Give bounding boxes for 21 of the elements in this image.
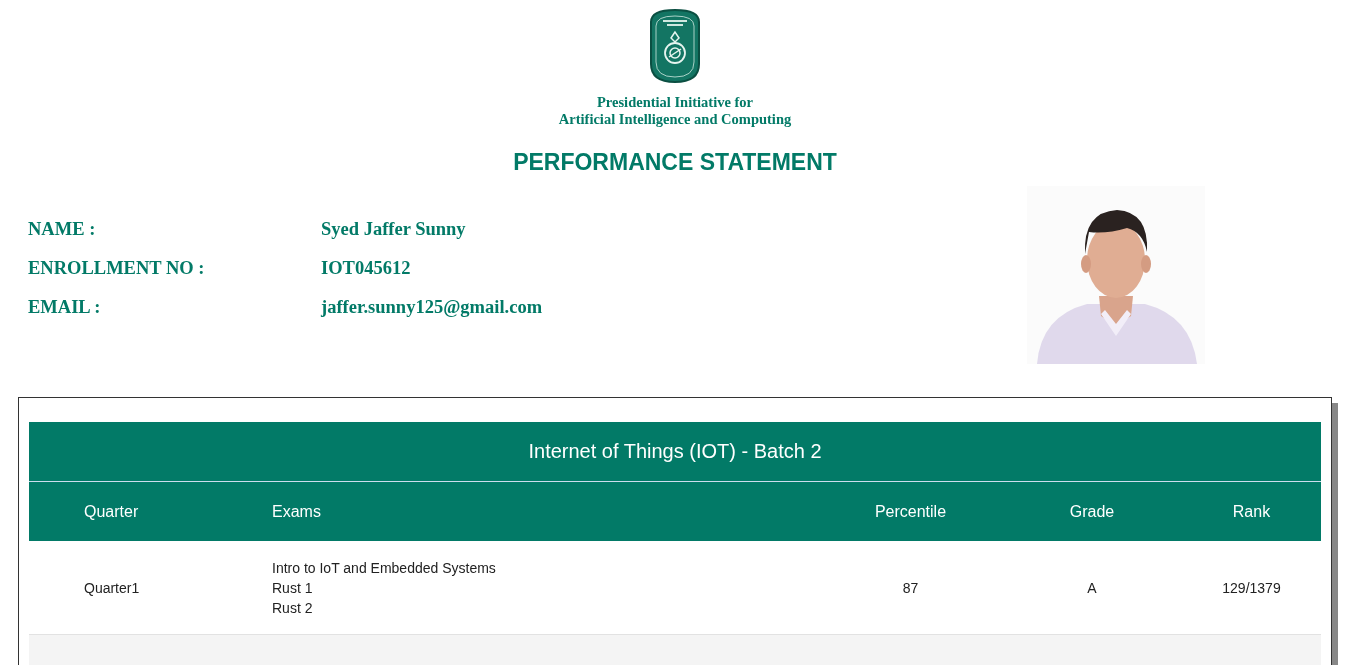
column-header: Percentile (874, 502, 947, 521)
column-header: Exams (272, 502, 321, 521)
table-cell: A (1087, 579, 1097, 596)
field-label: ENROLLMENT NO : (28, 258, 206, 279)
table-cell-text: Rust 1 (272, 578, 313, 598)
table-cell-text: Intro to IoT and Embedded Systems (272, 558, 496, 578)
table-cell: 129/1379 (1222, 579, 1281, 596)
field-value: Syed Jaffer Sunny (321, 219, 466, 240)
column-header: Quarter (84, 502, 139, 521)
field-value: jaffer.sunny125@gmail.com (321, 297, 543, 318)
field-label: NAME : (28, 219, 97, 240)
table-cell: Quarter1 (84, 579, 140, 596)
table-cell-text: Rust 2 (272, 598, 313, 618)
column-header: Grade (1069, 502, 1115, 521)
table-title: Internet of Things (IOT) - Batch 2 (29, 422, 1321, 482)
page-title: PERFORMANCE STATEMENT (513, 148, 837, 176)
organization-name: Presidential Initiative for Artificial Intelligence and Computing (558, 94, 792, 128)
field-label: EMAIL : (28, 297, 102, 318)
field-value: IOT045612 (321, 258, 411, 279)
table-cell: 87 (902, 579, 919, 596)
column-header: Rank (1232, 502, 1271, 521)
